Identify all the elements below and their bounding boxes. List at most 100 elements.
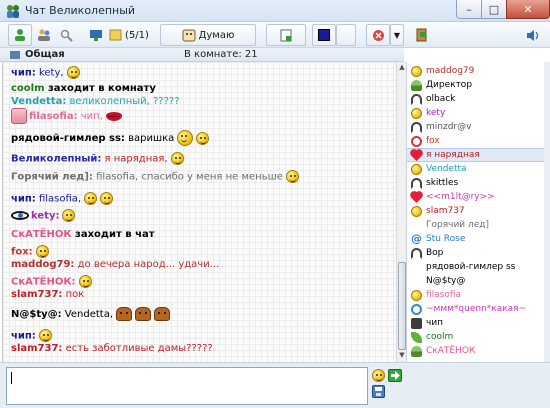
user-list-item[interactable]: filasofia: [407, 288, 544, 302]
smiley-icon: [62, 209, 76, 222]
message-nick[interactable]: рядовой-гимлер ss:: [11, 133, 125, 144]
message-nick[interactable]: kety:: [31, 211, 59, 222]
smiley-icon: [285, 170, 299, 183]
red-circle-icon: [411, 135, 422, 147]
message-nick[interactable]: maddog79:: [11, 259, 74, 270]
chat-message: filasofia: чип,: [11, 108, 122, 124]
eye-emoticon-icon: [11, 211, 29, 220]
sound-button[interactable]: [522, 24, 544, 46]
exit-door-icon: [416, 28, 427, 42]
emoticon-button[interactable]: [372, 369, 385, 382]
user-list-item[interactable]: Bop: [407, 246, 544, 260]
smiley-icon: [411, 107, 422, 119]
at-sign-icon: @: [411, 231, 422, 245]
user-list-item[interactable]: рядовой-гимлер ss: [407, 260, 544, 274]
message-text: великолепный, ?????: [66, 96, 180, 107]
user-list-item[interactable]: olback: [407, 92, 544, 106]
user-name: Vendetta: [426, 164, 467, 174]
message-nick[interactable]: Великолепный:: [11, 154, 101, 165]
message-text: пок: [62, 289, 85, 300]
blank-button[interactable]: [336, 24, 356, 46]
message-nick[interactable]: fox:: [11, 247, 33, 258]
scroll-up-icon[interactable]: ▲: [398, 63, 406, 72]
users-button[interactable]: [34, 24, 54, 46]
message-text: Vendetta,: [61, 309, 114, 320]
lips-icon: [105, 111, 122, 121]
chat-scrollbar[interactable]: ▲ ▼: [396, 62, 406, 362]
message-input[interactable]: [6, 367, 368, 405]
chat-scroll-thumb[interactable]: [398, 262, 406, 350]
person-icon: [411, 345, 422, 357]
user-list-item[interactable]: skittles: [407, 176, 544, 190]
chat-log[interactable]: чип: kety, coolm заходит в комнату Vendett…: [2, 62, 396, 362]
user-list-item[interactable]: kety: [407, 106, 544, 120]
chat-message: maddog79: до вечера народ... удачи...: [11, 258, 219, 271]
chat-message: Vendetta: великолепный, ?????: [11, 95, 180, 108]
profile-button[interactable]: [8, 24, 32, 46]
message-nick[interactable]: Горячий лед]:: [11, 172, 93, 183]
message-nick[interactable]: СкАТЁНОК: [11, 229, 72, 240]
user-list-item[interactable]: чип: [407, 316, 544, 330]
message-nick[interactable]: СкАТЁНОК:: [11, 277, 76, 288]
message-nick[interactable]: slam737:: [11, 289, 62, 300]
ignore-button[interactable]: [366, 24, 390, 46]
blank-icon: [411, 220, 422, 231]
message-nick[interactable]: чип:: [11, 331, 36, 342]
smiley-icon: [372, 369, 385, 382]
status-label: Думаю: [198, 29, 235, 41]
exit-room-button[interactable]: [412, 24, 432, 46]
scroll-down-icon[interactable]: ▼: [398, 351, 406, 360]
user-list-item[interactable]: Директор: [407, 78, 544, 92]
color-picker-button[interactable]: [312, 24, 336, 46]
chat-message: slam737: пок: [11, 288, 84, 301]
message-nick[interactable]: чип:: [11, 68, 36, 79]
save-log-button[interactable]: [372, 385, 385, 398]
private-messages-button[interactable]: (5/1): [108, 24, 150, 46]
smiley-icon: [177, 130, 194, 146]
ignore-dropdown-button[interactable]: ▼: [390, 24, 404, 46]
user-list-item[interactable]: coolm: [407, 330, 544, 344]
message-nick[interactable]: slam737:: [11, 343, 62, 354]
chat-message: fox:: [11, 245, 49, 259]
message-text: я нарядная,: [101, 153, 168, 165]
message-nick[interactable]: чип:: [11, 194, 36, 205]
status-thinking-button[interactable]: Думаю: [160, 24, 256, 46]
leaf-icon: [411, 331, 422, 343]
chat-message: slam737: есть заботливые дамы?????: [11, 342, 213, 355]
avatar: [11, 108, 27, 124]
user-list-item[interactable]: slam737: [407, 204, 544, 218]
user-name: maddog79: [426, 66, 475, 76]
user-list-item[interactable]: СкАТЁНОК: [407, 344, 544, 358]
send-button[interactable]: [388, 369, 402, 382]
thinking-face-icon: [182, 29, 196, 41]
close-window-button[interactable]: ✕: [506, 0, 550, 19]
user-list-item[interactable]: maddog79: [407, 64, 544, 78]
message-nick[interactable]: N@$ty@:: [11, 309, 62, 320]
user-list-item[interactable]: N@$ty@: [407, 274, 544, 288]
ring-icon: [411, 303, 422, 315]
user-list-edge: [544, 62, 550, 362]
blank-icon: [411, 262, 422, 273]
message-nick[interactable]: filasofia:: [29, 111, 78, 122]
user-name: coolm: [426, 332, 454, 342]
user-list-item[interactable]: fox: [407, 134, 544, 148]
message-nick[interactable]: Vendetta:: [11, 96, 66, 107]
user-list-item[interactable]: я нарядная: [407, 148, 544, 162]
user-name: чип: [426, 318, 444, 328]
user-list-item[interactable]: ~ммм*quenn*какая~: [407, 302, 544, 316]
minimize-button[interactable]: –: [456, 0, 482, 19]
smiley-icon: [411, 65, 422, 77]
user-list-item[interactable]: Vendetta: [407, 162, 544, 176]
new-room-button[interactable]: [266, 24, 306, 46]
search-button[interactable]: [56, 24, 76, 46]
headset-icon: [411, 93, 422, 105]
maximize-button[interactable]: □: [481, 0, 507, 19]
user-list-item[interactable]: Горячий лед]: [407, 218, 544, 232]
monitor-button[interactable]: [86, 24, 106, 46]
message-nick[interactable]: coolm: [11, 83, 45, 94]
smiley-icon: [66, 66, 80, 79]
user-list-item[interactable]: @ Stu Rose: [407, 232, 544, 246]
user-name: ~ммм*quenn*какая~: [426, 304, 527, 314]
user-list-item[interactable]: minzdr@v: [407, 120, 544, 134]
user-list-item[interactable]: <<m1lt@ry>>: [407, 190, 544, 204]
